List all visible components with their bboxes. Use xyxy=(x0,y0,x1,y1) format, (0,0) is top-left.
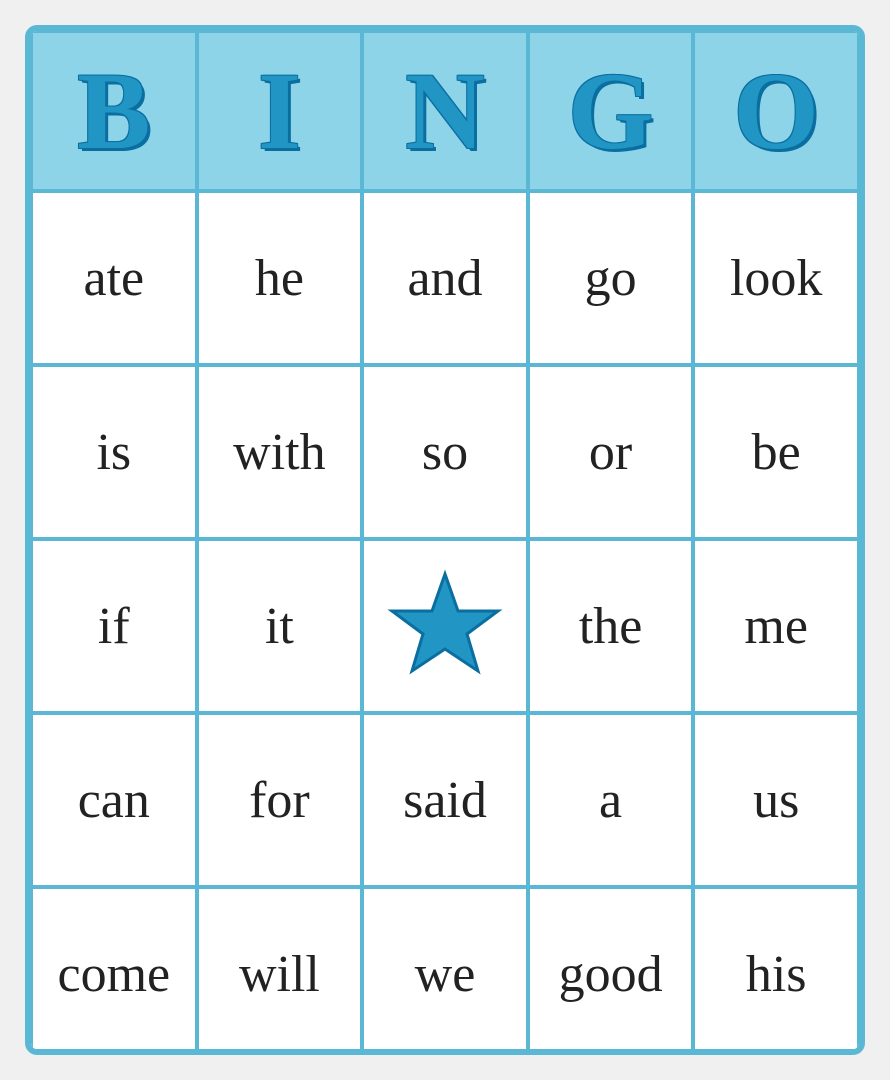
cell-row4-col5[interactable]: us xyxy=(693,713,859,887)
cell-row3-col1[interactable]: if xyxy=(31,539,197,713)
word-and: and xyxy=(407,249,482,308)
cell-row5-col2[interactable]: will xyxy=(197,887,363,1055)
cell-row1-col5[interactable]: look xyxy=(693,191,859,365)
word-me: me xyxy=(744,597,808,656)
bingo-grid: B I N G O ate he and go look xyxy=(31,31,859,1049)
header-cell-b: B xyxy=(31,31,197,191)
cell-row2-col1[interactable]: is xyxy=(31,365,197,539)
word-if: if xyxy=(98,597,130,656)
header-cell-o: O xyxy=(693,31,859,191)
cell-row4-col2[interactable]: for xyxy=(197,713,363,887)
cell-row5-col4[interactable]: good xyxy=(528,887,694,1055)
header-letter-b: B xyxy=(77,56,150,166)
word-we: we xyxy=(415,945,476,1004)
header-letter-g: G xyxy=(568,56,654,166)
header-letter-n: N xyxy=(405,56,484,166)
word-so: so xyxy=(422,423,468,482)
cell-row3-col4[interactable]: the xyxy=(528,539,694,713)
header-cell-i: I xyxy=(197,31,363,191)
header-cell-n: N xyxy=(362,31,528,191)
free-space-cell[interactable] xyxy=(362,539,528,713)
cell-row5-col5[interactable]: his xyxy=(693,887,859,1055)
word-a: a xyxy=(599,771,622,830)
cell-row4-col1[interactable]: can xyxy=(31,713,197,887)
cell-row3-col5[interactable]: me xyxy=(693,539,859,713)
cell-row4-col3[interactable]: said xyxy=(362,713,528,887)
word-go: go xyxy=(585,249,637,308)
word-us: us xyxy=(753,771,799,830)
bingo-card: B I N G O ate he and go look xyxy=(25,25,865,1055)
word-can: can xyxy=(78,771,150,830)
cell-row2-col3[interactable]: so xyxy=(362,365,528,539)
cell-row5-col1[interactable]: come xyxy=(31,887,197,1055)
word-for: for xyxy=(249,771,310,830)
free-space-star xyxy=(385,566,505,686)
header-cell-g: G xyxy=(528,31,694,191)
cell-row2-col4[interactable]: or xyxy=(528,365,694,539)
word-good: good xyxy=(559,945,663,1004)
word-look: look xyxy=(730,249,822,308)
header-letter-i: I xyxy=(258,56,301,166)
header-letter-o: O xyxy=(733,56,819,166)
word-the: the xyxy=(579,597,643,656)
word-it: it xyxy=(265,597,294,656)
cell-row3-col2[interactable]: it xyxy=(197,539,363,713)
cell-row1-col1[interactable]: ate xyxy=(31,191,197,365)
word-come: come xyxy=(57,945,170,1004)
cell-row1-col2[interactable]: he xyxy=(197,191,363,365)
cell-row5-col3[interactable]: we xyxy=(362,887,528,1055)
word-he: he xyxy=(255,249,304,308)
word-ate: ate xyxy=(83,249,144,308)
cell-row1-col4[interactable]: go xyxy=(528,191,694,365)
word-is: is xyxy=(96,423,131,482)
cell-row2-col2[interactable]: with xyxy=(197,365,363,539)
cell-row4-col4[interactable]: a xyxy=(528,713,694,887)
word-with: with xyxy=(233,423,325,482)
word-be: be xyxy=(752,423,801,482)
word-or: or xyxy=(589,423,632,482)
cell-row1-col3[interactable]: and xyxy=(362,191,528,365)
word-his: his xyxy=(746,945,807,1004)
word-said: said xyxy=(403,771,487,830)
cell-row2-col5[interactable]: be xyxy=(693,365,859,539)
word-will: will xyxy=(239,945,320,1004)
